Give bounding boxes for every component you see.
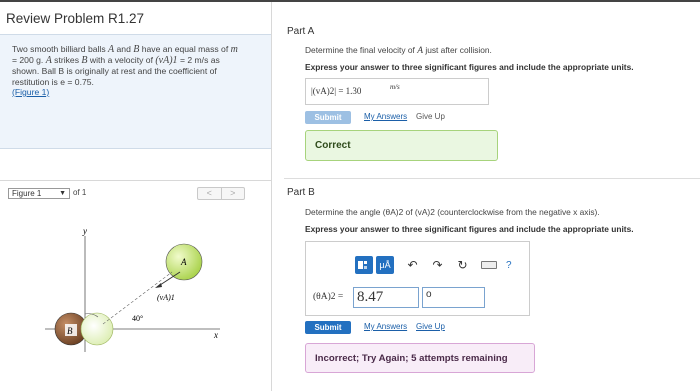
figure-count: of 1: [73, 188, 87, 197]
prev-figure-button[interactable]: <: [198, 188, 221, 199]
angle-unit-input[interactable]: o: [422, 287, 485, 308]
reset-icon[interactable]: ↻: [453, 256, 472, 274]
help-icon[interactable]: ?: [506, 260, 512, 271]
problem-statement: Two smooth billiard balls A and B have a…: [0, 34, 271, 149]
part-b-question: Determine the angle (θA)2 of (vA)2 (coun…: [305, 207, 600, 217]
y-axis-label: y: [82, 226, 87, 236]
part-a-question: Determine the final velocity of A just a…: [305, 45, 492, 56]
part-a-give-up: Give Up: [416, 112, 445, 121]
part-a-label: Part A: [287, 26, 315, 37]
figure-select[interactable]: Figure 1 ▼: [8, 188, 70, 199]
instruction-text: Express your answer to three significant…: [305, 224, 634, 234]
angle-value-input[interactable]: 8.47: [353, 287, 419, 308]
part-b-submit-button[interactable]: Submit: [305, 321, 351, 334]
question-text: just after collision.: [423, 45, 492, 55]
instruction-text: Express your answer to three significant…: [305, 62, 634, 72]
units-button[interactable]: μÅ: [376, 256, 394, 274]
redo-icon[interactable]: ↷: [428, 256, 447, 274]
chevron-down-icon: ▼: [59, 190, 66, 197]
feedback-text: Incorrect; Try Again; 5 attempts remaini…: [315, 353, 508, 364]
problem-text-part: = 2 m/s as: [177, 55, 220, 66]
problem-text-part: with a velocity of: [87, 55, 156, 66]
angle-label: 40°: [132, 314, 143, 323]
figure-navigation: Figure 1 ▼ of 1 < >: [0, 180, 271, 204]
templates-icon: [358, 261, 367, 269]
velocity-label: (vA)1: [157, 293, 175, 302]
part-a-feedback: Correct: [305, 130, 498, 161]
problem-text-part: shown. Ball B is originally at rest and …: [12, 66, 217, 77]
problem-text-part: = 200 g.: [12, 55, 46, 66]
problem-text-part: have an equal mass of: [139, 44, 231, 54]
part-a-answer-display: |(vA)2| = 1.30 m/s: [305, 78, 489, 105]
x-axis-label: x: [213, 330, 218, 340]
ball-a-impact: [80, 312, 114, 346]
editor-toolbar: μÅ ↶ ↷ ↻ ?: [355, 255, 550, 275]
billiard-figure: y x B A (vA)1 40°: [45, 226, 220, 352]
problem-text-part: and: [114, 44, 134, 54]
var-m: m: [230, 44, 238, 55]
templates-button[interactable]: [355, 256, 373, 274]
part-a-submit-button[interactable]: Submit: [305, 111, 351, 124]
page-title: Review Problem R1.27: [6, 11, 145, 26]
angle-expression: (θA)2 =: [313, 292, 344, 302]
figure-select-value: Figure 1: [12, 189, 42, 198]
keyboard-icon[interactable]: [481, 261, 497, 269]
question-text: Determine the final velocity of: [305, 45, 418, 55]
problem-text-part: restitution is e = 0.75.: [12, 76, 94, 87]
divider: [284, 178, 700, 179]
part-b-answer-editor: μÅ ↶ ↷ ↻ ? (θA)2 = 8.47 o: [305, 241, 530, 316]
next-figure-button[interactable]: >: [220, 188, 245, 199]
ball-b-label: B: [67, 326, 73, 336]
problem-text-part: strikes: [51, 55, 82, 66]
part-a-my-answers-link[interactable]: My Answers: [364, 112, 407, 121]
part-b-instruction: Express your answer to three significant…: [305, 224, 634, 234]
part-b-label: Part B: [287, 187, 315, 198]
figure-link[interactable]: (Figure 1): [12, 87, 49, 97]
velocity-expression: (vA)1: [155, 55, 178, 67]
part-b-my-answers-link[interactable]: My Answers: [364, 322, 407, 331]
ball-a-label: A: [180, 257, 187, 267]
problem-text-part: Two smooth billiard balls: [12, 44, 109, 54]
problem-panel: Review Problem R1.27 Two smooth billiard…: [0, 2, 272, 391]
parts-panel: Part A Determine the final velocity of A…: [272, 2, 700, 391]
figure-pager: < >: [197, 187, 245, 200]
undo-icon[interactable]: ↶: [403, 256, 422, 274]
part-b-give-up-link[interactable]: Give Up: [416, 322, 445, 331]
part-a-instruction: Express your answer to three significant…: [305, 62, 634, 72]
answer-unit: m/s: [390, 83, 400, 91]
part-b-feedback: Incorrect; Try Again; 5 attempts remaini…: [305, 343, 535, 373]
feedback-text: Correct: [315, 140, 351, 151]
answer-expression: |(vA)2| = 1.30: [311, 86, 362, 96]
problem-text: Two smooth billiard balls A and B have a…: [12, 44, 262, 97]
